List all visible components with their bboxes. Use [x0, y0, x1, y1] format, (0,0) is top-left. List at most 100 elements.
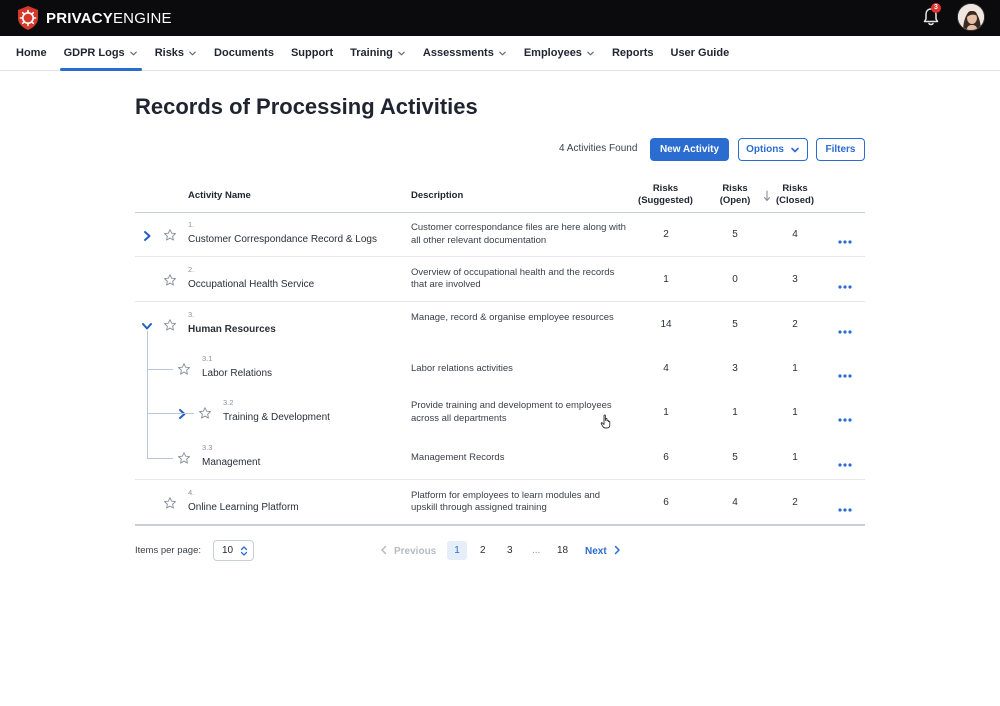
table-row[interactable]: 4. Online Learning Platform Platform for e…: [135, 480, 865, 525]
items-per-page-select[interactable]: 10: [213, 540, 254, 561]
activity-description: Labor relations activities: [411, 363, 513, 374]
brand[interactable]: PRIVACYENGINE: [16, 5, 172, 31]
table-row[interactable]: 2. Occupational Health Service Overview of…: [135, 257, 865, 302]
risks-closed-value: 1: [792, 451, 798, 463]
table-row[interactable]: 1. Customer Correspondance Record & Logs C…: [135, 213, 865, 257]
favorite-star-icon[interactable]: [177, 451, 191, 465]
privacyengine-logo-icon: [16, 5, 40, 31]
nav-item-label: Training: [350, 47, 393, 59]
chevron-left-icon: [381, 545, 387, 555]
risks-suggested-value: 6: [663, 451, 669, 463]
activity-name-link[interactable]: Occupational Health Service: [188, 279, 314, 290]
collapse-row-chevron-down-icon[interactable]: [141, 319, 153, 331]
activity-number: 3.1: [202, 354, 213, 363]
favorite-star-icon[interactable]: [163, 228, 177, 242]
header-risks-open[interactable]: Risks (Open): [712, 183, 758, 207]
risks-open-value: 3: [732, 363, 738, 374]
tree-connector: [147, 435, 148, 458]
new-activity-button[interactable]: New Activity: [650, 138, 729, 161]
table-row[interactable]: 3.3 Management Management Records 6 5 1: [135, 435, 865, 480]
table-row[interactable]: 3.2 Training & Development Provide trainin…: [135, 391, 865, 435]
nav-item-documents[interactable]: Documents: [214, 36, 274, 71]
favorite-star-icon[interactable]: [163, 273, 177, 287]
header-risks-closed[interactable]: Risks (Closed): [771, 183, 819, 207]
nav-item-label: GDPR Logs: [63, 47, 125, 59]
favorite-star-icon[interactable]: [177, 362, 191, 376]
row-actions-more-icon[interactable]: [837, 410, 853, 422]
activity-description: Platform for employees to learn modules …: [411, 489, 601, 514]
row-actions-more-icon[interactable]: [837, 232, 853, 244]
activity-name-link[interactable]: Labor Relations: [202, 368, 272, 379]
previous-page-link[interactable]: Previous: [380, 545, 436, 557]
page-2-button[interactable]: 2: [480, 545, 486, 556]
tree-connector: [147, 330, 148, 347]
tree-connector: [147, 413, 194, 414]
risks-closed-value: 4: [792, 229, 798, 240]
activity-description: Overview of occupational health and the …: [411, 266, 615, 291]
nav-item-reports[interactable]: Reports: [612, 36, 654, 71]
activity-name-link[interactable]: Human Resources: [188, 324, 276, 335]
chevron-down-icon: [791, 147, 799, 152]
nav-item-risks[interactable]: Risks: [155, 36, 197, 71]
nav-item-home[interactable]: Home: [16, 36, 47, 71]
nav-item-employees[interactable]: Employees: [524, 36, 595, 71]
table-row[interactable]: 3. Human Resources Manage, record & organi…: [135, 302, 865, 347]
nav-item-gdpr-logs[interactable]: GDPR Logs: [59, 36, 142, 71]
page-18-button[interactable]: 18: [557, 545, 568, 556]
favorite-star-icon[interactable]: [163, 496, 177, 510]
risks-open-value: 0: [732, 273, 738, 285]
risks-closed-value: 3: [792, 273, 798, 285]
nav-item-label: Home: [16, 47, 47, 59]
nav-item-training[interactable]: Training: [350, 36, 406, 71]
row-actions-more-icon[interactable]: [837, 455, 853, 467]
tree-connector: [147, 457, 173, 459]
row-actions-more-icon[interactable]: [837, 277, 853, 289]
header-risks-suggested[interactable]: Risks (Suggested): [633, 183, 698, 207]
user-avatar[interactable]: [957, 3, 985, 31]
options-button[interactable]: Options: [738, 138, 808, 161]
activity-name-link[interactable]: Customer Correspondance Record & Logs: [188, 234, 377, 245]
nav-item-label: Risks: [154, 47, 185, 59]
nav-item-label: Employees: [523, 47, 582, 59]
tree-connector: [147, 369, 173, 370]
sort-arrow-icon[interactable]: [763, 189, 771, 207]
chevron-down-icon: [587, 51, 594, 55]
table-row[interactable]: 3.1 Labor Relations Labor relations activi…: [135, 347, 865, 391]
risks-closed-value: 2: [792, 496, 798, 508]
favorite-star-icon[interactable]: [198, 406, 212, 420]
risks-open-value: 1: [732, 407, 738, 418]
nav-item-support[interactable]: Support: [291, 36, 333, 71]
activity-name-link[interactable]: Training & Development: [223, 412, 330, 423]
risks-closed-value: 2: [792, 318, 798, 330]
risks-open-value: 5: [732, 451, 738, 463]
activity-description: Manage, record & organise employee resou…: [411, 311, 614, 323]
activity-name-link[interactable]: Management: [202, 457, 260, 468]
activity-name-link[interactable]: Online Learning Platform: [188, 502, 299, 513]
row-actions-more-icon[interactable]: [837, 500, 853, 512]
activity-number: 3.3: [202, 442, 213, 452]
main-nav: Home GDPR Logs Risks Documents Support Traini…: [0, 36, 1000, 71]
header-description[interactable]: Description: [411, 190, 463, 202]
header-risks-closed-line2: (Closed): [776, 195, 814, 206]
activity-number: 1.: [188, 220, 195, 229]
row-actions-more-icon[interactable]: [837, 322, 853, 334]
nav-item-assessments[interactable]: Assessments: [423, 36, 507, 71]
row-actions-more-icon[interactable]: [837, 366, 853, 378]
options-label: Options: [746, 144, 784, 155]
expand-row-chevron-right-icon[interactable]: [141, 229, 153, 241]
favorite-star-icon[interactable]: [163, 318, 177, 332]
nav-item-user-guide[interactable]: User Guide: [671, 36, 730, 71]
activity-number: 3.2: [223, 398, 234, 407]
activities-found-count: 4 Activities Found: [559, 143, 638, 154]
header-risks-suggested-line2: (Suggested): [638, 195, 693, 206]
chevron-down-icon: [189, 51, 196, 55]
header-activity-name[interactable]: Activity Name: [188, 190, 251, 202]
filters-button[interactable]: Filters: [816, 138, 865, 161]
chevron-down-icon: [129, 51, 137, 55]
page-1-button[interactable]: 1: [447, 541, 467, 560]
header-risks-open-line1: Risks: [722, 183, 748, 194]
page-3-button[interactable]: 3: [507, 545, 513, 556]
activity-number: 2.: [188, 264, 195, 274]
header-risks-open-line2: (Open): [719, 195, 751, 206]
next-page-link[interactable]: Next: [585, 545, 621, 557]
